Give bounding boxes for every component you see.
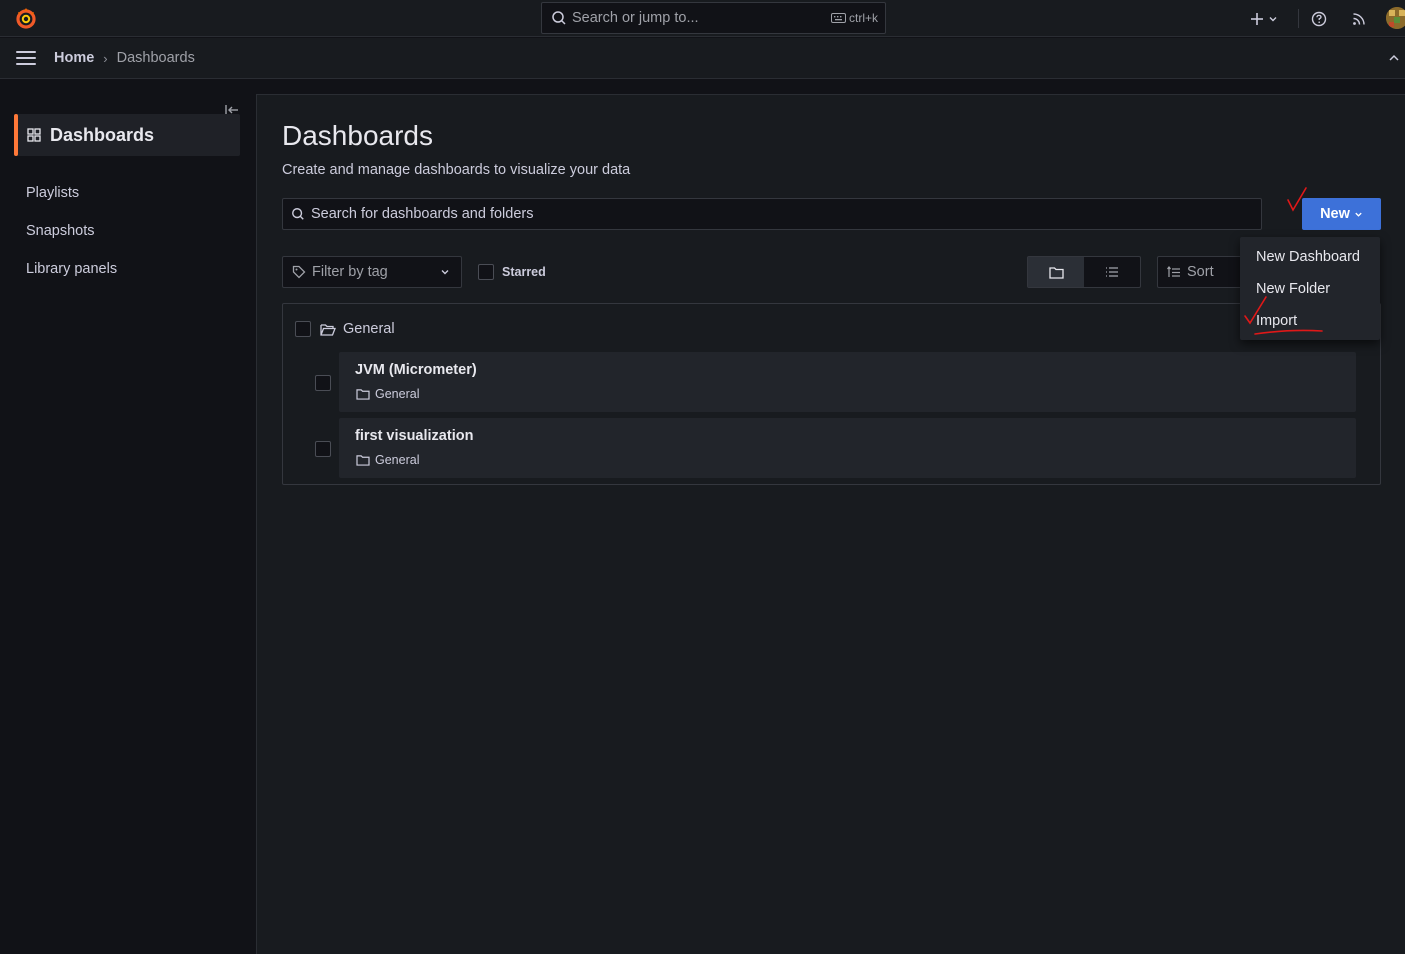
rss-icon: [1353, 12, 1365, 25]
chevron-up-icon[interactable]: [1388, 52, 1400, 64]
dashboard-checkbox[interactable]: [315, 441, 331, 457]
search-icon: [552, 11, 566, 25]
starred-checkbox[interactable]: [478, 264, 494, 280]
sidebar-item-playlists[interactable]: Playlists: [26, 185, 79, 201]
dashboard-search-input[interactable]: Search for dashboards and folders: [282, 198, 1262, 230]
starred-label: Starred: [502, 265, 546, 279]
folder-checkbox[interactable]: [295, 321, 311, 337]
avatar-icon: [1386, 7, 1405, 29]
new-button[interactable]: New: [1302, 198, 1381, 230]
help-button[interactable]: [1311, 0, 1327, 37]
sidebar-item-label: Dashboards: [50, 124, 155, 145]
folder-row-general[interactable]: General: [295, 321, 395, 337]
view-toggle: [1027, 256, 1141, 288]
new-button-label: New: [1320, 206, 1350, 222]
shortcut-label: ctrl+k: [848, 11, 878, 25]
folder-view-button[interactable]: [1028, 257, 1084, 287]
dashboard-row[interactable]: JVM (Micrometer) General: [339, 352, 1356, 412]
breadcrumb-separator: ›: [103, 50, 108, 66]
folder-icon: [1048, 266, 1064, 279]
new-dropdown-menu: New Dashboard New Folder Import: [1240, 237, 1380, 340]
sidebar-item-snapshots[interactable]: Snapshots: [26, 223, 95, 239]
dashboard-location-label: General: [375, 387, 420, 401]
folder-open-icon: [320, 323, 336, 336]
top-bar: Search or jump to... ctrl+k: [0, 0, 1405, 37]
news-button[interactable]: [1351, 0, 1367, 37]
menu-item-new-dashboard[interactable]: New Dashboard: [1256, 249, 1360, 265]
dashboard-checkbox[interactable]: [315, 375, 331, 391]
global-search-placeholder: Search or jump to...: [572, 10, 699, 26]
global-search-input[interactable]: Search or jump to... ctrl+k: [541, 2, 886, 34]
breadcrumb-home[interactable]: Home: [54, 50, 94, 66]
search-icon: [292, 208, 304, 220]
menu-item-import[interactable]: Import: [1256, 313, 1297, 329]
sort-label: Sort: [1187, 264, 1214, 280]
list-view-button[interactable]: [1084, 257, 1140, 287]
dashboard-title[interactable]: JVM (Micrometer): [355, 362, 477, 378]
main-content: Dashboards Create and manage dashboards …: [256, 94, 1405, 954]
menu-item-new-folder[interactable]: New Folder: [1256, 281, 1330, 297]
tag-filter-placeholder: Filter by tag: [312, 264, 388, 280]
tag-icon: [292, 265, 306, 279]
plus-icon: [1251, 12, 1263, 25]
sidebar: Dashboards Playlists Snapshots Library p…: [0, 80, 256, 954]
dashboard-search-placeholder: Search for dashboards and folders: [311, 206, 534, 222]
add-new-button[interactable]: [1250, 0, 1278, 37]
results-panel: General JVM (Micrometer) General first v…: [282, 303, 1381, 485]
page-title: Dashboards: [282, 120, 433, 151]
dashboard-location: General: [356, 453, 419, 467]
chevron-down-icon: [441, 270, 449, 275]
folder-name: General: [343, 321, 395, 337]
breadcrumb-current: Dashboards: [116, 50, 195, 66]
user-avatar[interactable]: [1386, 7, 1405, 29]
keyboard-icon: [830, 13, 846, 23]
dashboard-location-label: General: [375, 453, 420, 467]
list-icon: [1106, 267, 1118, 277]
folder-icon: [356, 455, 370, 466]
sort-select[interactable]: Sort: [1157, 256, 1247, 288]
shortcut-hint: ctrl+k: [830, 11, 878, 25]
topbar-divider: [1298, 9, 1299, 28]
page-subtitle: Create and manage dashboards to visualiz…: [282, 162, 631, 178]
grafana-logo-icon[interactable]: [14, 6, 38, 30]
apps-icon: [27, 128, 41, 142]
sort-icon: [1167, 266, 1180, 277]
dashboard-title[interactable]: first visualization: [355, 428, 473, 444]
folder-icon: [356, 389, 370, 400]
menu-toggle-icon[interactable]: [16, 50, 36, 66]
dashboard-location: General: [356, 387, 419, 401]
starred-filter[interactable]: Starred: [478, 264, 546, 280]
breadcrumb-bar: Home › Dashboards: [0, 38, 1405, 79]
chevron-down-icon: [1355, 212, 1362, 217]
help-icon: [1311, 11, 1327, 26]
sidebar-item-dashboards[interactable]: Dashboards: [14, 114, 240, 156]
dashboard-row[interactable]: first visualization General: [339, 418, 1356, 478]
sidebar-item-library-panels[interactable]: Library panels: [26, 261, 117, 277]
chevron-down-icon: [1269, 16, 1277, 21]
tag-filter-select[interactable]: Filter by tag: [282, 256, 462, 288]
